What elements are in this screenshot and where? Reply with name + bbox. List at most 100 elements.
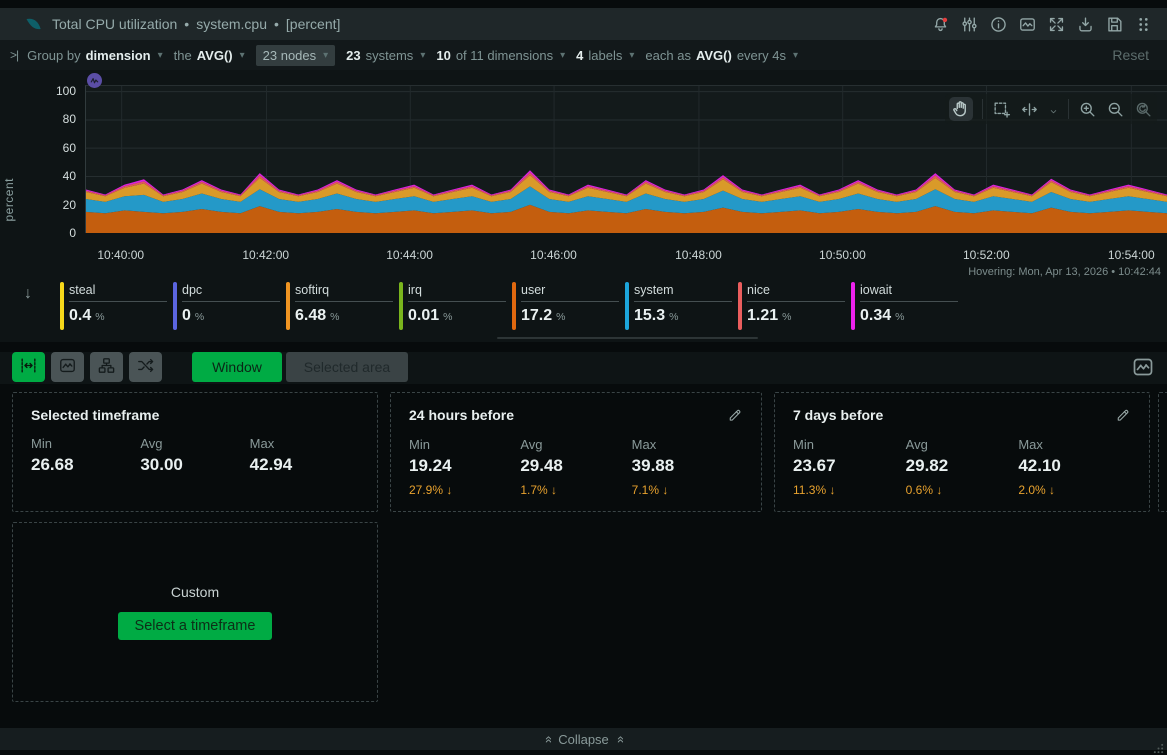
chart-preview-icon[interactable] — [1131, 355, 1155, 379]
dimension-color-bar — [851, 282, 855, 330]
x-axis-label: 10:46:00 — [530, 248, 577, 262]
stat-value: 42.94 — [250, 455, 359, 475]
stat-min: Min26.68 — [31, 436, 140, 475]
select-timeframe-width-button[interactable] — [12, 352, 45, 382]
x-axis-label: 10:54:00 — [1108, 248, 1155, 262]
compare-shuffle-button[interactable] — [129, 352, 162, 382]
alarm-bell-icon[interactable] — [931, 15, 950, 34]
stat-avg: Avg29.481.7% ↓ — [520, 437, 631, 497]
anomaly-rate-icon[interactable] — [87, 73, 102, 88]
chart-legend: ↓ steal0.4%dpc0%softirq6.48%irq0.01%user… — [0, 280, 1167, 342]
information-icon[interactable] — [989, 15, 1008, 34]
stat-label: Max — [632, 437, 743, 452]
dimension-name: dpc — [182, 283, 280, 302]
stat-value: 19.24 — [409, 456, 520, 476]
collapse-label: Collapse — [558, 732, 609, 747]
chart-toolbar — [945, 94, 1157, 124]
collapse-sidebar-icon[interactable]: >| — [10, 48, 18, 62]
select-timeframe-button[interactable]: Select a timeframe — [118, 612, 273, 640]
stat-panel-partial — [1158, 392, 1167, 512]
legend-item-irq[interactable]: irq0.01% — [399, 282, 512, 330]
dimension-value: 0.34% — [860, 307, 958, 325]
stat-label: Min — [793, 437, 906, 452]
select-horizontal-icon[interactable] — [1020, 100, 1039, 119]
resize-grip-icon[interactable] — [1153, 741, 1164, 752]
window-button[interactable]: Window — [192, 352, 282, 382]
stat-label: Max — [250, 436, 359, 451]
legend-item-softirq[interactable]: softirq6.48% — [286, 282, 399, 330]
title-bar: Total CPU utilization • system.cpu • [pe… — [0, 8, 1167, 40]
events-feed-icon[interactable] — [1018, 15, 1037, 34]
dimension-name: irq — [408, 283, 506, 302]
fullscreen-icon[interactable] — [1047, 15, 1066, 34]
dimension-unit: % — [330, 311, 339, 323]
download-icon[interactable] — [1076, 15, 1095, 34]
each-as-dropdown[interactable]: each as AVG() every 4s — [645, 48, 798, 63]
hierarchy-view-button[interactable] — [90, 352, 123, 382]
x-axis-label: 10:48:00 — [675, 248, 722, 262]
dimension-name: user — [521, 283, 619, 302]
legend-item-system[interactable]: system15.3% — [625, 282, 738, 330]
labels-dropdown[interactable]: 4 labels — [576, 48, 634, 63]
chevron-up-icon — [612, 735, 627, 742]
y-axis-title: percent — [2, 178, 16, 222]
dimension-unit: % — [556, 311, 565, 323]
legend-item-iowait[interactable]: iowait0.34% — [851, 282, 964, 330]
dimension-unit: % — [895, 311, 904, 323]
zoom-in-icon[interactable] — [1078, 100, 1097, 119]
more-grid-icon[interactable] — [1134, 15, 1153, 34]
legend-item-dpc[interactable]: dpc0% — [173, 282, 286, 330]
stat-avg: Avg30.00 — [140, 436, 249, 475]
legend-scrollbar[interactable] — [497, 337, 758, 339]
netdata-chart-window: Total CPU utilization • system.cpu • [pe… — [0, 0, 1167, 755]
dimension-value: 1.21% — [747, 307, 845, 325]
dimension-color-bar — [60, 282, 64, 330]
chart-plot-area[interactable] — [85, 85, 1167, 233]
edit-pencil-icon[interactable] — [726, 407, 743, 424]
legend-sort-icon[interactable]: ↓ — [24, 285, 32, 303]
dimension-color-bar — [512, 282, 516, 330]
x-axis-label: 10:44:00 — [386, 248, 433, 262]
stat-value: 42.10 — [1018, 456, 1131, 476]
title-bar-actions — [931, 15, 1157, 34]
stat-label: Max — [1018, 437, 1131, 452]
dimension-unit: % — [669, 311, 678, 323]
chart-context: system.cpu — [196, 16, 267, 32]
dimension-value: 6.48% — [295, 307, 393, 325]
title-separator: • — [274, 16, 279, 32]
select-area-icon[interactable] — [992, 100, 1011, 119]
chevron-up-icon — [540, 735, 555, 742]
chevron-down-icon[interactable] — [1048, 104, 1059, 115]
stat-delta: 7.1% ↓ — [632, 483, 743, 497]
aggregation-dropdown[interactable]: the AVG() — [174, 48, 245, 63]
filter-controls-icon[interactable] — [960, 15, 979, 34]
stat-value: 23.67 — [793, 456, 906, 476]
selected-area-button[interactable]: Selected area — [286, 352, 408, 382]
legend-item-nice[interactable]: nice1.21% — [738, 282, 851, 330]
legend-item-steal[interactable]: steal0.4% — [60, 282, 173, 330]
nodes-dropdown[interactable]: 23 nodes — [256, 45, 336, 66]
stat-max: Max 42.94 — [250, 436, 359, 475]
y-axis-label: 0 — [24, 225, 76, 241]
select-timeframe-width-icon — [19, 356, 38, 378]
zoom-out-icon[interactable] — [1106, 100, 1125, 119]
custom-timeframe-panel: Custom Select a timeframe — [12, 522, 378, 702]
chart-preview-button[interactable] — [51, 352, 84, 382]
toolbar-divider — [1068, 99, 1069, 119]
systems-dropdown[interactable]: 23 systems — [346, 48, 425, 63]
save-snapshot-icon[interactable] — [1105, 15, 1124, 34]
edit-pencil-icon[interactable] — [1114, 407, 1131, 424]
stat-min: Min19.2427.9% ↓ — [409, 437, 520, 497]
reset-button[interactable]: Reset — [1112, 47, 1157, 63]
chart-preview-icon — [58, 356, 77, 378]
custom-label: Custom — [171, 584, 219, 600]
reset-zoom-icon[interactable] — [1134, 100, 1153, 119]
stat-value: 29.48 — [520, 456, 631, 476]
group-by-dropdown[interactable]: Group by dimension — [27, 48, 163, 63]
pan-icon[interactable] — [949, 97, 973, 121]
legend-item-user[interactable]: user17.2% — [512, 282, 625, 330]
dimension-name: system — [634, 283, 732, 302]
collapse-bar[interactable]: Collapse — [0, 728, 1167, 750]
dimensions-dropdown[interactable]: 10 of 11 dimensions — [436, 48, 565, 63]
dimension-name: steal — [69, 283, 167, 302]
